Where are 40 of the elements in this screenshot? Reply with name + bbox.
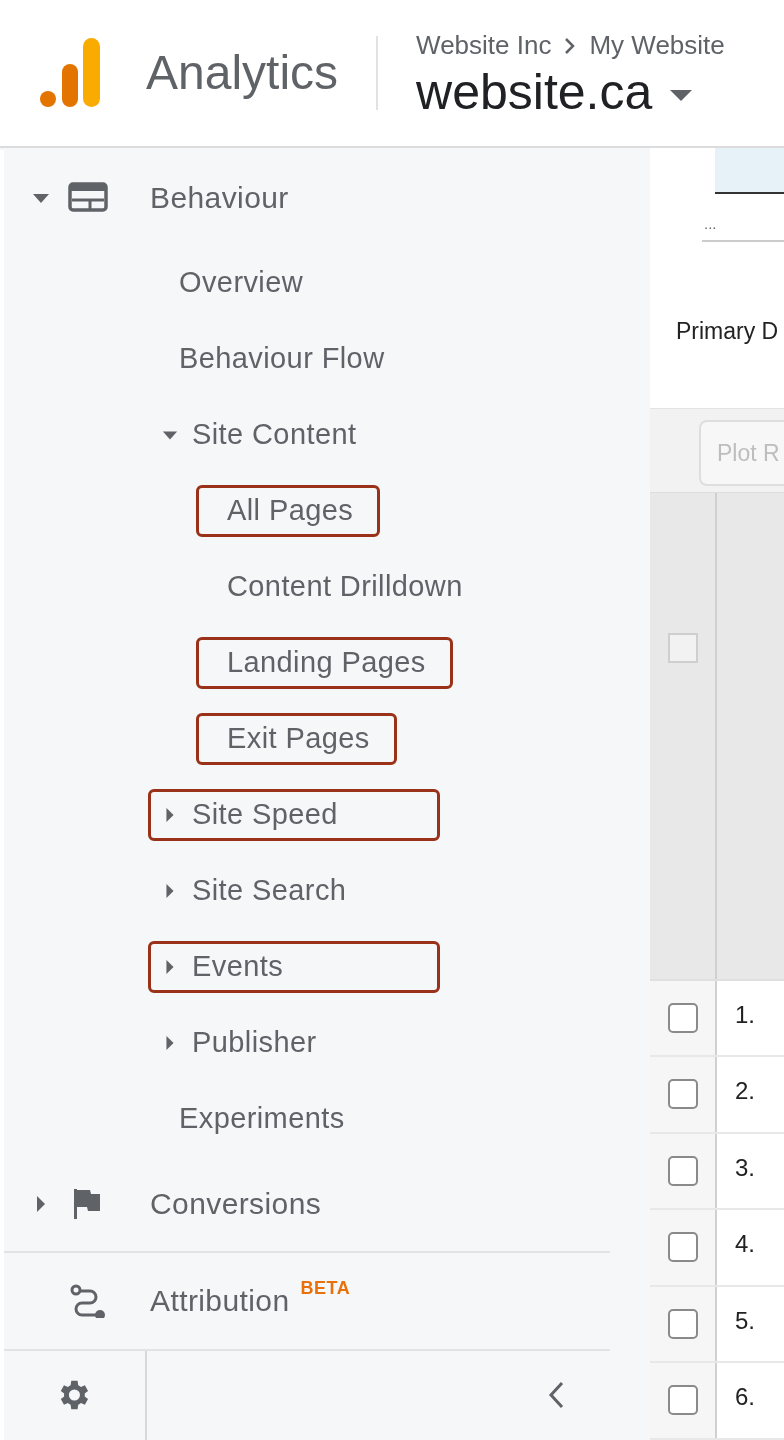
nav-item[interactable]: Conversions xyxy=(20,1177,349,1230)
nav-item[interactable]: Events xyxy=(148,940,440,993)
nav-item[interactable]: Exit Pages xyxy=(196,712,397,765)
checkbox[interactable] xyxy=(667,1232,698,1263)
property-name[interactable]: website.ca xyxy=(416,65,653,120)
breadcrumb-item[interactable]: My Website xyxy=(589,26,725,65)
chart-area xyxy=(715,148,784,194)
nav-item[interactable]: Experiments xyxy=(148,1092,372,1145)
nav-item[interactable]: Publisher xyxy=(148,1016,344,1069)
nav-item[interactable]: Behaviour Flow xyxy=(148,332,412,385)
layout-icon xyxy=(68,180,108,215)
nav-item[interactable]: All Pages xyxy=(196,484,381,537)
row-number: 6. xyxy=(734,1382,756,1412)
checkbox[interactable] xyxy=(667,1385,698,1416)
checkbox[interactable] xyxy=(667,1308,698,1339)
checkbox[interactable] xyxy=(667,1079,698,1110)
primary-dimension-label: Primary D xyxy=(676,318,779,345)
dropdown-caret-icon[interactable] xyxy=(670,89,693,102)
row-number: 4. xyxy=(734,1229,756,1259)
nav-item[interactable]: Landing Pages xyxy=(196,636,453,689)
nav-item[interactable]: Attribution xyxy=(20,1274,293,1327)
nav-item[interactable]: Content Drilldown xyxy=(196,560,490,613)
route-icon xyxy=(68,1283,108,1318)
nav-item[interactable]: Site Speed xyxy=(148,788,440,841)
row-number: 1. xyxy=(734,999,756,1029)
nav-item[interactable]: Site Search xyxy=(148,864,374,917)
checkbox[interactable] xyxy=(667,1155,698,1186)
metric-selector[interactable]: ... xyxy=(702,214,784,243)
analytics-logo xyxy=(38,38,100,108)
product-name: Analytics xyxy=(146,45,339,101)
checkbox[interactable] xyxy=(667,1002,698,1033)
nav-item[interactable]: Overview xyxy=(148,256,331,309)
chevron-left-icon xyxy=(548,1381,564,1410)
row-number: 3. xyxy=(734,1152,756,1182)
breadcrumb-item[interactable]: Website Inc xyxy=(416,26,552,65)
nav-item[interactable]: Site Content xyxy=(148,408,384,461)
nav-item[interactable]: Behaviour xyxy=(20,171,316,224)
beta-label: BETA xyxy=(300,1276,351,1300)
row-number: 5. xyxy=(734,1305,756,1335)
row-number: 2. xyxy=(734,1076,756,1106)
